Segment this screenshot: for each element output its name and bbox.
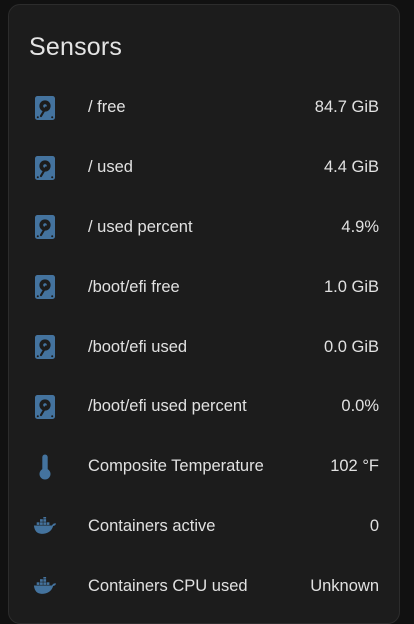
harddisk-icon <box>33 95 57 120</box>
sensor-value: Unknown <box>310 576 379 595</box>
docker-icon <box>33 514 57 538</box>
sensor-name: / used percent <box>88 217 193 236</box>
sensor-value: 4.9% <box>341 217 379 236</box>
sensor-row-root-free[interactable]: / free 84.7 GiB <box>9 78 399 138</box>
sensor-name: Containers CPU used <box>88 576 248 595</box>
sensor-name: /boot/efi free <box>88 277 180 296</box>
sensor-value: 0 <box>369 516 379 535</box>
thermometer-icon <box>33 454 57 480</box>
sensor-list: / free 84.7 GiB / used 4.4 GiB / used pe… <box>9 78 399 616</box>
sensor-row-composite-temperature[interactable]: Composite Temperature 102 °F <box>9 437 399 497</box>
sensor-name: /boot/efi used <box>88 337 188 356</box>
sensor-row-boot-efi-used[interactable]: /boot/efi used 0.0 GiB <box>9 317 399 377</box>
harddisk-icon <box>33 155 57 180</box>
sensor-value: 1.0 GiB <box>323 277 379 296</box>
harddisk-icon <box>33 335 57 360</box>
sensor-name: Containers active <box>88 516 216 535</box>
harddisk-icon <box>33 275 57 300</box>
card-title: Sensors <box>29 33 123 61</box>
sensor-value: 102 °F <box>330 457 379 476</box>
sensor-row-boot-efi-free[interactable]: /boot/efi free 1.0 GiB <box>9 257 399 317</box>
sensor-name: /boot/efi used percent <box>88 397 247 416</box>
sensor-value: 4.4 GiB <box>323 158 379 177</box>
sensor-row-containers-active[interactable]: Containers active 0 <box>9 497 399 557</box>
harddisk-icon <box>33 394 57 419</box>
sensor-value: 0.0% <box>341 397 379 416</box>
sensor-name: Composite Temperature <box>88 457 264 476</box>
sensor-value: 0.0 GiB <box>323 337 379 356</box>
docker-icon <box>33 574 57 598</box>
sensor-row-boot-efi-used-percent[interactable]: /boot/efi used percent 0.0% <box>9 377 399 437</box>
sensor-row-containers-cpu-used[interactable]: Containers CPU used Unknown <box>9 556 399 616</box>
sensor-value: 84.7 GiB <box>314 98 379 117</box>
sensor-name: / free <box>88 98 126 117</box>
harddisk-icon <box>33 215 57 240</box>
sensor-row-root-used-percent[interactable]: / used percent 4.9% <box>9 198 399 258</box>
sensor-name: / used <box>88 158 133 177</box>
sensor-row-root-used[interactable]: / used 4.4 GiB <box>9 138 399 198</box>
sensors-card: Sensors / free 84.7 GiB / used 4.4 GiB /… <box>8 4 400 624</box>
